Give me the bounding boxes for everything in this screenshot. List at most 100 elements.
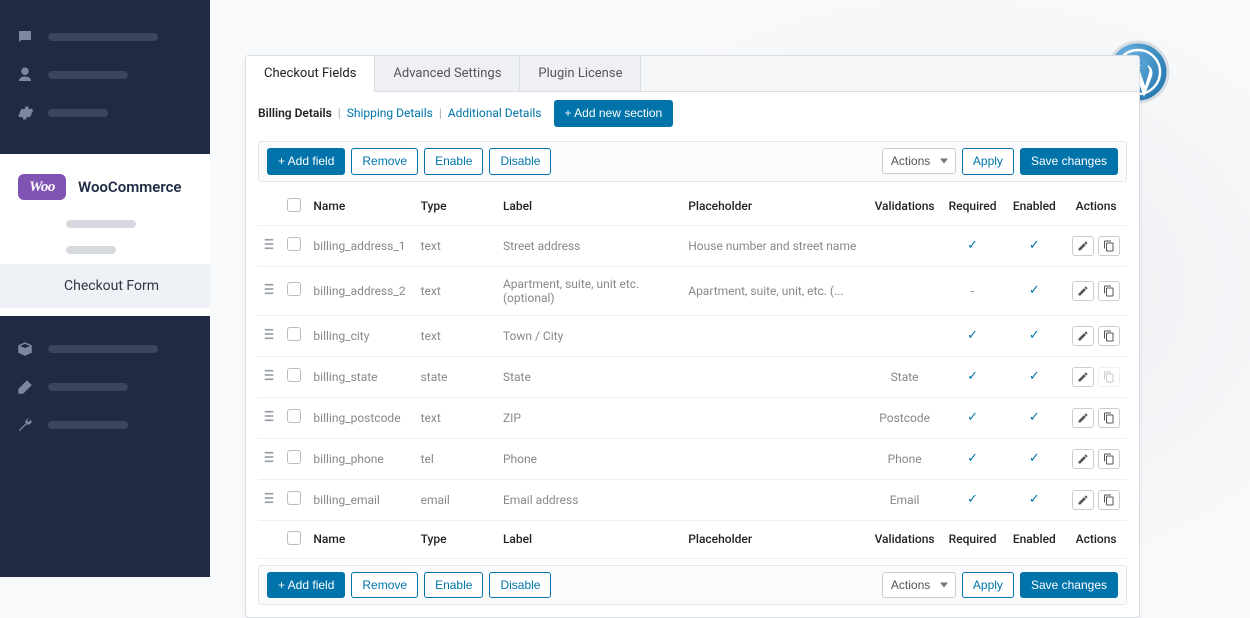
row-checkbox[interactable]: [287, 409, 301, 423]
remove-button[interactable]: Remove: [351, 148, 418, 175]
table-row: billing_address_2textApartment, suite, u…: [258, 266, 1127, 315]
edit-button[interactable]: [1072, 449, 1094, 469]
cell-label: ZIP: [497, 397, 682, 438]
enable-button[interactable]: Enable: [424, 148, 483, 175]
drag-handle[interactable]: [264, 410, 274, 424]
duplicate-button[interactable]: [1098, 236, 1120, 256]
th-actions: Actions: [1065, 188, 1127, 226]
disable-button[interactable]: Disable: [489, 572, 551, 599]
row-checkbox[interactable]: [287, 237, 301, 251]
tab-plugin-license[interactable]: Plugin License: [520, 56, 641, 91]
cell-label: Street address: [497, 225, 682, 266]
remove-button[interactable]: Remove: [351, 572, 418, 599]
check-icon: ✓: [967, 369, 978, 384]
drag-handle[interactable]: [264, 369, 274, 383]
cell-required: ✓: [942, 315, 1004, 356]
edit-button[interactable]: [1072, 326, 1094, 346]
sidebar-item-stub[interactable]: [0, 330, 210, 368]
drag-handle[interactable]: [264, 328, 274, 342]
th-enabled: Enabled: [1003, 188, 1065, 226]
duplicate-button[interactable]: [1098, 281, 1120, 301]
add-field-button[interactable]: + Add field: [267, 148, 345, 175]
edit-button[interactable]: [1072, 490, 1094, 510]
edit-button[interactable]: [1072, 281, 1094, 301]
cell-placeholder: [682, 356, 867, 397]
cell-name: billing_phone: [307, 438, 414, 479]
edit-button[interactable]: [1072, 367, 1094, 387]
save-changes-button[interactable]: Save changes: [1020, 572, 1118, 599]
edit-button[interactable]: [1072, 408, 1094, 428]
row-checkbox[interactable]: [287, 327, 301, 341]
th-placeholder: Placeholder: [682, 188, 867, 226]
tab-advanced-settings[interactable]: Advanced Settings: [375, 56, 520, 91]
select-all-checkbox[interactable]: [287, 198, 301, 212]
cell-enabled: ✓: [1003, 266, 1065, 315]
row-checkbox[interactable]: [287, 450, 301, 464]
bulk-actions-select[interactable]: Actions: [882, 148, 956, 174]
duplicate-button[interactable]: [1098, 490, 1120, 510]
cell-placeholder: House number and street name: [682, 225, 867, 266]
drag-handle[interactable]: [264, 492, 274, 506]
sidebar-item-woocommerce[interactable]: Woo WooCommerce Checkout Form: [0, 154, 210, 316]
sidebar-item-stub[interactable]: [0, 94, 210, 132]
row-checkbox[interactable]: [287, 491, 301, 505]
row-checkbox[interactable]: [287, 368, 301, 382]
add-section-button[interactable]: + Add new section: [554, 100, 674, 127]
th-type: Type: [415, 188, 497, 226]
sidebar-subitem-stub[interactable]: [66, 246, 116, 254]
cell-placeholder: [682, 397, 867, 438]
disable-button[interactable]: Disable: [489, 148, 551, 175]
table-footer-row: Name Type Label Placeholder Validations …: [258, 520, 1127, 558]
sidebar-item-label: WooCommerce: [78, 178, 182, 196]
cell-validations: [868, 225, 942, 266]
toolbar-bottom: + Add field Remove Enable Disable Action…: [258, 565, 1127, 606]
chat-icon: [16, 28, 34, 46]
box-icon: [16, 340, 34, 358]
row-checkbox[interactable]: [287, 282, 301, 296]
check-icon: ✓: [1029, 451, 1040, 466]
apply-button[interactable]: Apply: [962, 148, 1014, 175]
cell-required: ✓: [942, 356, 1004, 397]
cell-placeholder: [682, 315, 867, 356]
table-row: billing_phonetelPhonePhone✓✓: [258, 438, 1127, 479]
edit-button[interactable]: [1072, 236, 1094, 256]
sidebar-item-checkout-form[interactable]: Checkout Form: [0, 264, 210, 308]
select-all-checkbox-footer[interactable]: [287, 531, 301, 545]
cell-name: billing_email: [307, 479, 414, 520]
drag-handle[interactable]: [264, 283, 274, 297]
sidebar-subitem-stub[interactable]: [66, 220, 136, 228]
section-additional[interactable]: Additional Details: [448, 106, 542, 120]
apply-button[interactable]: Apply: [962, 572, 1014, 599]
bulk-actions-select[interactable]: Actions: [882, 572, 956, 598]
tab-checkout-fields[interactable]: Checkout Fields: [246, 56, 375, 92]
section-billing[interactable]: Billing Details: [258, 106, 332, 120]
drag-handle[interactable]: [264, 451, 274, 465]
th-name: Name: [307, 188, 414, 226]
sidebar-item-stub[interactable]: [0, 56, 210, 94]
brush-icon: [16, 378, 34, 396]
sidebar-item-stub[interactable]: [0, 18, 210, 56]
table-row: billing_emailemailEmail addressEmail✓✓: [258, 479, 1127, 520]
cell-type: text: [415, 266, 497, 315]
duplicate-button[interactable]: [1098, 449, 1120, 469]
check-icon: ✓: [967, 238, 978, 253]
cell-required: ✓: [942, 225, 1004, 266]
drag-handle[interactable]: [264, 238, 274, 252]
cell-validations: [868, 266, 942, 315]
check-icon: ✓: [1029, 283, 1040, 298]
duplicate-button[interactable]: [1098, 326, 1120, 346]
duplicate-button[interactable]: [1098, 408, 1120, 428]
cell-type: state: [415, 356, 497, 397]
cell-name: billing_address_2: [307, 266, 414, 315]
save-changes-button[interactable]: Save changes: [1020, 148, 1118, 175]
cell-type: email: [415, 479, 497, 520]
enable-button[interactable]: Enable: [424, 572, 483, 599]
sidebar-item-stub[interactable]: [0, 368, 210, 406]
cell-enabled: ✓: [1003, 225, 1065, 266]
section-shipping[interactable]: Shipping Details: [347, 106, 433, 120]
cell-label: Town / City: [497, 315, 682, 356]
sidebar-item-stub[interactable]: [0, 406, 210, 444]
add-field-button[interactable]: + Add field: [267, 572, 345, 599]
wrench-icon: [16, 416, 34, 434]
check-icon: ✓: [1029, 238, 1040, 253]
